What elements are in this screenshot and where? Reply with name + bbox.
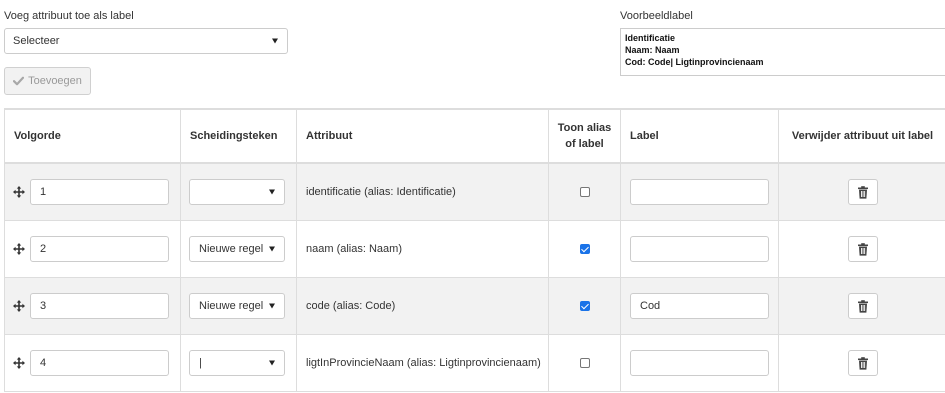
- label-input[interactable]: [630, 349, 769, 376]
- attribute-name: naam (alias: Naam): [306, 242, 402, 255]
- move-icon[interactable]: [13, 242, 25, 255]
- chevron-down-icon: [272, 38, 278, 44]
- remove-cell: [778, 276, 945, 335]
- chevron-down-icon: [269, 360, 275, 365]
- separator-select[interactable]: Nieuwe regel: [189, 235, 285, 262]
- header-order: Volgorde: [4, 108, 181, 164]
- table-row: 2 Nieuwe regel naam (alias: Naam): [4, 219, 945, 278]
- remove-cell: [778, 162, 945, 221]
- trash-icon: [857, 185, 868, 199]
- move-icon[interactable]: [13, 356, 25, 369]
- order-cell: 4: [4, 333, 181, 392]
- remove-attribute-button[interactable]: [847, 349, 878, 376]
- separator-value: Nieuwe regel: [199, 299, 264, 312]
- separator-cell: Nieuwe regel: [180, 276, 297, 335]
- header-show-alias: Toon alias of label: [548, 108, 621, 164]
- attribute-name: identificatie (alias: Identificatie): [306, 185, 456, 198]
- table-row: 1 identificatie (alias: Identificatie): [4, 162, 945, 221]
- attribute-select[interactable]: Selecteer: [4, 28, 288, 54]
- separator-select[interactable]: Nieuwe regel: [189, 292, 285, 319]
- label-cell: [620, 333, 779, 392]
- order-input[interactable]: 3: [30, 292, 169, 319]
- trash-icon: [857, 299, 868, 313]
- remove-attribute-button[interactable]: [847, 178, 878, 205]
- separator-cell: |: [180, 333, 297, 392]
- attribute-cell: naam (alias: Naam): [296, 219, 549, 278]
- attribute-select-value: Selecteer: [13, 35, 60, 47]
- label-attributes-table: Volgorde Scheidingsteken Attribuut Toon …: [4, 108, 945, 392]
- table-row: 3 Nieuwe regel code (alias: Code) Cod: [4, 276, 945, 335]
- table-row: 4 | ligtInProvincieNaam (alias: Ligtinpr…: [4, 333, 945, 392]
- show-alias-cell: [548, 162, 621, 221]
- separator-value: Nieuwe regel: [199, 242, 264, 255]
- chevron-down-icon: [269, 246, 275, 251]
- label-cell: [620, 219, 779, 278]
- remove-attribute-button[interactable]: [847, 235, 878, 262]
- show-alias-checkbox[interactable]: [579, 357, 590, 368]
- move-icon[interactable]: [13, 299, 25, 312]
- remove-cell: [778, 219, 945, 278]
- separator-cell: Nieuwe regel: [180, 219, 297, 278]
- preview-line: Cod: Code| Ligtinprovincienaam: [625, 57, 764, 67]
- show-alias-cell: [548, 276, 621, 335]
- show-alias-cell: [548, 333, 621, 392]
- preview-line: Naam: Naam: [625, 45, 680, 55]
- table-header-row: Volgorde Scheidingsteken Attribuut Toon …: [4, 108, 945, 164]
- add-button-label: Toevoegen: [28, 75, 82, 87]
- add-attribute-label: Voeg attribuut toe als label: [4, 10, 134, 22]
- order-cell: 2: [4, 219, 181, 278]
- chevron-down-icon: [269, 303, 275, 308]
- header-show-alias-line2: of label: [565, 138, 604, 150]
- header-show-alias-line1: Toon alias: [557, 122, 612, 134]
- order-cell: 3: [4, 276, 181, 335]
- label-input[interactable]: [630, 178, 769, 205]
- order-input[interactable]: 2: [30, 235, 169, 262]
- add-button[interactable]: Toevoegen: [4, 67, 91, 95]
- check-icon: [13, 76, 25, 86]
- header-label: Label: [620, 108, 779, 164]
- order-input[interactable]: 1: [30, 178, 169, 205]
- show-alias-checkbox[interactable]: [579, 243, 590, 254]
- order-cell: 1: [4, 162, 181, 221]
- header-attribute: Attribuut: [296, 108, 549, 164]
- order-input[interactable]: 4: [30, 349, 169, 376]
- attribute-cell: code (alias: Code): [296, 276, 549, 335]
- label-input[interactable]: Cod: [630, 292, 769, 319]
- header-remove: Verwijder attribuut uit label: [778, 108, 945, 164]
- label-cell: Cod: [620, 276, 779, 335]
- separator-select[interactable]: [189, 178, 285, 205]
- show-alias-checkbox[interactable]: [579, 186, 590, 197]
- trash-icon: [857, 242, 868, 256]
- separator-select[interactable]: |: [189, 349, 285, 376]
- label-cell: [620, 162, 779, 221]
- preview-line: Identificatie: [625, 33, 676, 43]
- attribute-cell: ligtInProvincieNaam (alias: Ligtinprovin…: [296, 333, 549, 392]
- preview-box: Identificatie Naam: Naam Cod: Code| Ligt…: [620, 28, 945, 76]
- chevron-down-icon: [269, 189, 275, 195]
- separator-value: |: [199, 356, 202, 369]
- attribute-name: code (alias: Code): [306, 299, 396, 312]
- attribute-name: ligtInProvincieNaam (alias: Ligtinprovin…: [306, 356, 541, 369]
- preview-label-title: Voorbeeldlabel: [620, 10, 693, 22]
- remove-cell: [778, 333, 945, 392]
- header-separator: Scheidingsteken: [180, 108, 297, 164]
- move-icon[interactable]: [13, 185, 25, 198]
- attribute-cell: identificatie (alias: Identificatie): [296, 162, 549, 221]
- show-alias-cell: [548, 219, 621, 278]
- show-alias-checkbox[interactable]: [579, 300, 590, 311]
- trash-icon: [857, 356, 868, 370]
- separator-cell: [180, 162, 297, 221]
- remove-attribute-button[interactable]: [847, 292, 878, 319]
- label-input[interactable]: [630, 235, 769, 262]
